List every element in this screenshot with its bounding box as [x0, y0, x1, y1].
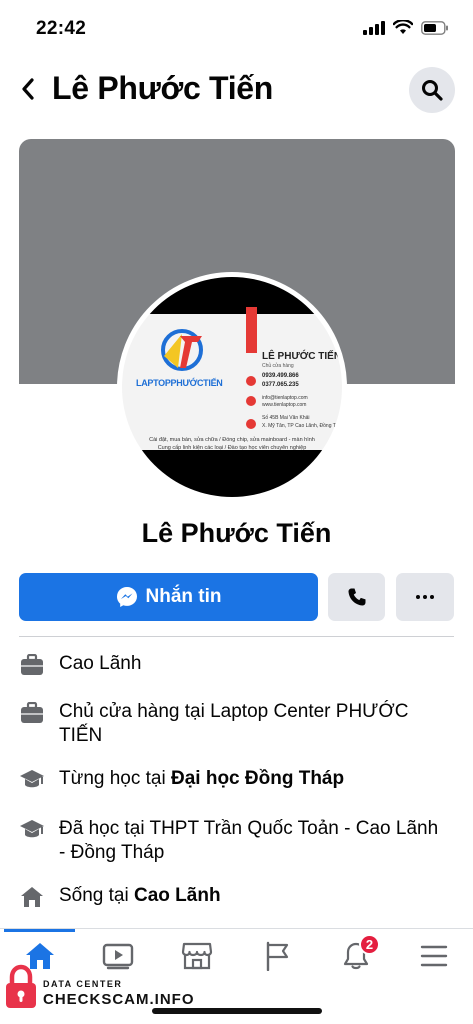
card-address-1: Số 45B Mai Văn Khải	[262, 415, 310, 421]
profile-avatar[interactable]: LAPTOPPHƯỚCTIẾN LÊ PHƯỚC TIẾN Chủ cửa hà…	[117, 272, 347, 502]
card-address-2: X. Mỹ Tân, TP Cao Lãnh, Đồng Thá	[262, 423, 342, 429]
phone-icon	[348, 588, 365, 606]
search-icon	[422, 80, 443, 101]
header: Lê Phước Tiến	[0, 62, 473, 118]
info-text: Từng học tại Đại học Đồng Tháp	[59, 767, 344, 791]
info-item-lives-in[interactable]: Sống tại Cao Lãnh	[19, 884, 459, 909]
phone-dot-icon	[246, 376, 256, 386]
city-link[interactable]: Cao Lãnh	[134, 885, 221, 906]
flag-icon	[266, 941, 289, 971]
notification-badge: 2	[359, 934, 380, 955]
profile-name: Lê Phước Tiến	[141, 518, 332, 548]
info-item-work[interactable]: Chủ cửa hàng tại Laptop Center PHƯỚC TIẾ…	[19, 700, 459, 748]
home-indicator[interactable]	[152, 1008, 322, 1014]
message-button[interactable]: Nhắn tin	[19, 573, 318, 621]
briefcase-icon	[19, 653, 45, 677]
back-button[interactable]	[14, 74, 42, 104]
location-dot-icon	[246, 419, 256, 429]
graduation-cap-icon	[19, 818, 45, 842]
divider	[19, 636, 454, 637]
graduation-cap-icon	[19, 768, 45, 792]
active-tab-indicator	[4, 929, 75, 932]
info-prefix: Sống tại	[59, 885, 134, 906]
card-top-band	[122, 277, 342, 314]
wifi-icon	[393, 20, 413, 34]
card-bottom-band	[122, 450, 342, 497]
message-button-label: Nhắn tin	[145, 586, 222, 607]
battery-icon	[421, 20, 448, 35]
card-phone-1: 0939.499.866	[262, 373, 299, 379]
business-card-image: LAPTOPPHƯỚCTIẾN	[122, 314, 342, 450]
info-text: Chủ cửa hàng tại Laptop Center PHƯỚC TIẾ…	[59, 701, 409, 746]
laptop-logo-icon	[161, 329, 203, 371]
info-text: Cao Lãnh	[59, 653, 142, 674]
card-phone-2: 0377.065.235	[262, 382, 299, 388]
back-arrow-icon	[22, 78, 34, 100]
tab-marketplace[interactable]	[177, 938, 217, 974]
house-icon	[19, 885, 45, 909]
page-title: Lê Phước Tiến	[52, 70, 274, 106]
card-service-1: Cài đặt, mua bán, sửa chữa / Đóng chip, …	[149, 437, 315, 443]
search-button[interactable]	[409, 67, 455, 113]
info-text: Sống tại Cao Lãnh	[59, 884, 221, 908]
email-dot-icon	[246, 396, 256, 406]
video-icon	[102, 943, 134, 970]
status-time: 22:42	[36, 18, 87, 39]
card-name: LÊ PHƯỚC TIẾN	[262, 351, 342, 362]
status-bar: 22:42	[0, 0, 473, 52]
tab-pages[interactable]	[257, 938, 297, 974]
info-item-education-university[interactable]: Từng học tại Đại học Đồng Tháp	[19, 767, 459, 792]
info-item-education-highschool[interactable]: Đã học tại THPT Trần Quốc Toản - Cao Lãn…	[19, 817, 459, 865]
card-logo-text: LAPTOPPHƯỚCTIẾN	[136, 378, 223, 388]
lock-icon	[6, 964, 36, 1008]
signal-icon	[363, 20, 385, 35]
card-role: Chủ cửa hàng	[262, 363, 294, 369]
watermark-big-text: CHECKSCAM.INFO	[43, 991, 195, 1008]
marketplace-icon	[181, 942, 213, 970]
hamburger-menu-icon	[420, 945, 448, 967]
card-email: info@tienlaptop.com	[262, 395, 308, 401]
messenger-icon	[116, 587, 137, 607]
card-website: www.tienlaptop.com	[262, 402, 307, 408]
card-red-stripe	[246, 307, 257, 353]
info-prefix: Từng học tại	[59, 768, 171, 789]
more-dots-icon	[416, 595, 434, 599]
more-button[interactable]	[396, 573, 454, 621]
status-icons	[363, 20, 449, 35]
info-text: Đã học tại THPT Trần Quốc Toản - Cao Lãn…	[59, 818, 439, 863]
info-item-location: Cao Lãnh	[19, 652, 459, 677]
tab-watch[interactable]	[98, 938, 138, 974]
watermark-small-text: DATA CENTER	[43, 979, 123, 989]
call-button[interactable]	[328, 573, 385, 621]
university-link[interactable]: Đại học Đồng Tháp	[171, 768, 344, 789]
briefcase-icon	[19, 701, 45, 725]
tab-menu[interactable]	[414, 938, 454, 974]
